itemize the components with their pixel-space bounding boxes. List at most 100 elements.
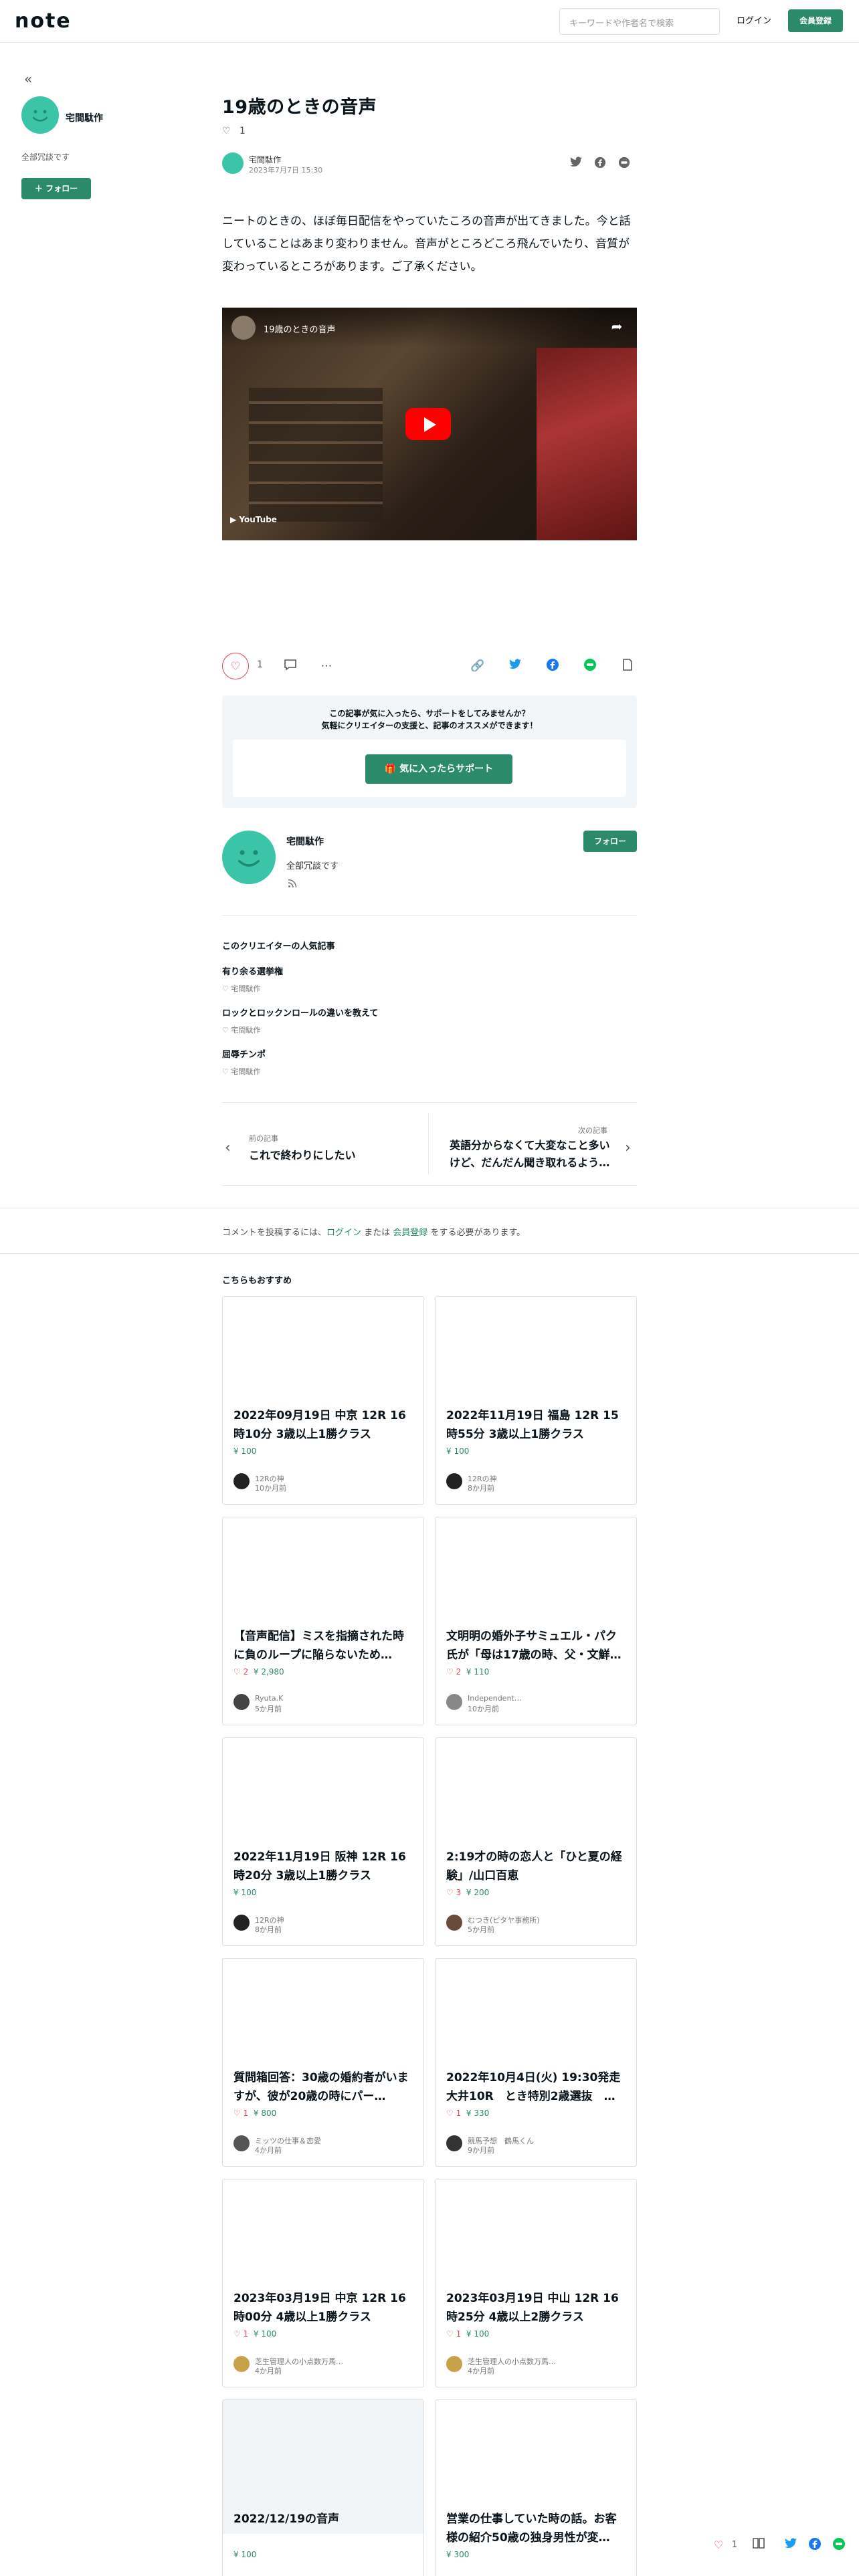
card-title[interactable]: 2023年03月19日 中山 12R 16時25分 4歳以上2勝クラス xyxy=(446,2289,627,2327)
recommend-card[interactable]: 2023年03月19日 中京 12R 16時00分 4歳以上1勝クラス ♡ 1 ¥… xyxy=(222,2179,424,2387)
video-title[interactable]: 19歳のときの音声 xyxy=(264,322,336,335)
recommend-card[interactable]: 2022年10月4日(火) 19:30発走 大井10R とき特別2歳選抜 … ♡ … xyxy=(435,1958,637,2167)
magazine-icon[interactable] xyxy=(751,2537,767,2553)
heart-icon[interactable]: ♡ xyxy=(710,2537,727,2553)
prev-article-title[interactable]: これで終わりにしたい xyxy=(249,1146,356,1162)
card-author-avatar[interactable] xyxy=(233,2356,250,2372)
card-stats: ♡ 1 ¥ 100 xyxy=(446,2329,489,2339)
creator-follow-button[interactable]: フォロー xyxy=(583,831,637,852)
line-icon[interactable] xyxy=(831,2537,847,2553)
card-author[interactable]: Independent… xyxy=(468,1694,522,1703)
search-input[interactable]: キーワードや作者名で検索 xyxy=(559,8,720,35)
support-box: この記事が気に入ったら、サポートをしてみませんか？ 気軽にクリエイターの支援と、… xyxy=(222,695,637,808)
recommend-card[interactable]: 文明明の婚外子サミュエル・パク氏が「母は17歳の時、父・文鮮… ♡ 2 ¥ 110… xyxy=(435,1517,637,1725)
rss-icon[interactable] xyxy=(288,879,297,891)
article-title: 19歳のときの音声 xyxy=(222,97,377,118)
video-frame-shelf xyxy=(249,388,383,522)
facebook-icon[interactable] xyxy=(807,2537,823,2553)
article-like-row[interactable]: ♡ 1 xyxy=(222,126,246,136)
card-author-avatar[interactable] xyxy=(233,1915,250,1931)
card-author-avatar[interactable] xyxy=(233,2135,250,2151)
chevron-left-icon[interactable]: ‹ xyxy=(225,1140,231,1156)
card-title[interactable]: 2022/12/19の音声 xyxy=(233,2510,414,2529)
card-author-avatar[interactable] xyxy=(446,2135,462,2151)
divider xyxy=(222,1185,637,1186)
twitter-icon[interactable] xyxy=(783,2537,799,2553)
card-author-avatar[interactable] xyxy=(446,1915,462,1931)
heart-icon: ♡ xyxy=(222,984,231,993)
card-title[interactable]: 2022年11月19日 阪神 12R 16時20分 3歳以上1勝クラス xyxy=(233,1848,414,1885)
card-author-avatar[interactable] xyxy=(233,1473,250,1489)
login-button[interactable]: ログイン xyxy=(731,9,777,33)
share-arrow-icon[interactable]: ➦ xyxy=(607,318,626,337)
chevron-right-icon[interactable]: › xyxy=(625,1140,631,1156)
recommend-card[interactable]: 2022年11月19日 福島 12R 15時55分 3歳以上1勝クラス ¥ 100… xyxy=(435,1296,637,1505)
double-chevron-left-icon[interactable]: « xyxy=(24,72,37,86)
card-author-avatar[interactable] xyxy=(446,1473,462,1489)
recommend-card[interactable]: 2:19才の時の恋人と「ひと夏の経験」/山口百恵 ♡ 3 ¥ 200 むつき(ピタヤ… xyxy=(435,1737,637,1946)
play-triangle-icon xyxy=(424,417,436,432)
card-title[interactable]: 2022年10月4日(火) 19:30発走 大井10R とき特別2歳選抜 … xyxy=(446,2068,627,2106)
pocket-icon[interactable] xyxy=(619,658,636,674)
sidebar-creator-name[interactable]: 宅間駄作 xyxy=(66,111,103,124)
line-icon[interactable] xyxy=(617,156,632,171)
creator-avatar[interactable] xyxy=(21,96,59,134)
comment-signup-link[interactable]: 会員登録 xyxy=(393,1228,427,1238)
twitter-icon[interactable] xyxy=(507,658,523,674)
card-title[interactable]: 2022年11月19日 福島 12R 15時55分 3歳以上1勝クラス xyxy=(446,1406,627,1444)
card-title[interactable]: 2022年09月19日 中京 12R 16時10分 3歳以上1勝クラス xyxy=(233,1406,414,1444)
card-like-count: 1 xyxy=(456,2109,462,2118)
recommend-card[interactable]: 【音声配信】ミスを指摘された時に負のループに陥らないため… ♡ 2 ¥ 2,980… xyxy=(222,1517,424,1725)
facebook-icon[interactable] xyxy=(545,658,561,674)
popular-item-title[interactable]: 有り余る選挙権 xyxy=(222,964,283,977)
popular-item-title[interactable]: 屈辱チンポ xyxy=(222,1047,266,1060)
card-title[interactable]: 2:19才の時の恋人と「ひと夏の経験」/山口百恵 xyxy=(446,1848,627,1885)
card-like-count: 3 xyxy=(456,1888,462,1897)
author-name[interactable]: 宅間駄作 xyxy=(249,154,281,165)
youtube-embed[interactable]: 19歳のときの音声 ➦ ▶ YouTube xyxy=(222,308,637,540)
card-price: 100 xyxy=(261,2329,277,2339)
facebook-icon[interactable] xyxy=(593,156,607,171)
more-options-icon[interactable]: ⋯ xyxy=(318,658,335,674)
popular-item-title[interactable]: ロックとロックンロールの違いを教えて xyxy=(222,1006,378,1018)
card-author-avatar[interactable] xyxy=(446,2356,462,2372)
card-price: 200 xyxy=(474,1888,490,1897)
recommend-card[interactable]: 2022年09月19日 中京 12R 16時10分 3歳以上1勝クラス ¥ 100… xyxy=(222,1296,424,1505)
note-logo[interactable]: note xyxy=(15,9,72,33)
creator-card-avatar[interactable] xyxy=(222,831,276,884)
recommend-card[interactable]: 2023年03月19日 中山 12R 16時25分 4歳以上2勝クラス ♡ 1 ¥… xyxy=(435,2179,637,2387)
support-button[interactable]: 🎁 気に入ったらサポート xyxy=(365,754,512,784)
card-stats: ♡ 1 ¥ 100 xyxy=(233,2329,276,2339)
recommend-card[interactable]: 2022/12/19の音声 ¥ 100 xyxy=(222,2399,424,2576)
card-price: 100 xyxy=(474,2329,490,2339)
youtube-brand-text: YouTube xyxy=(239,515,277,524)
youtube-logo[interactable]: ▶ YouTube xyxy=(230,515,277,524)
popular-item-meta: ♡ 宅間駄作 xyxy=(222,1025,260,1035)
card-title[interactable]: 【音声配信】ミスを指摘された時に負のループに陥らないため… xyxy=(233,1627,414,1665)
sidebar-follow-button[interactable]: ＋ フォロー xyxy=(21,178,91,199)
card-author-avatar[interactable] xyxy=(446,1694,462,1710)
line-icon[interactable] xyxy=(582,658,598,674)
comment-login-link[interactable]: ログイン xyxy=(326,1228,361,1238)
card-author[interactable]: Ryuta.K xyxy=(255,1694,283,1703)
card-title[interactable]: 質問箱回答：30歳の婚約者がいますが、彼が20歳の時にパー… xyxy=(233,2068,414,2106)
like-button[interactable]: ♡ xyxy=(222,653,249,679)
recommend-card[interactable]: 営業の仕事していた時の話。お客様の紹介50歳の独身男性が変… ¥ 300 xyxy=(435,2399,637,2576)
signup-button[interactable]: 会員登録 xyxy=(788,9,843,32)
card-title[interactable]: 文明明の婚外子サミュエル・パク氏が「母は17歳の時、父・文鮮… xyxy=(446,1627,627,1665)
comment-icon[interactable] xyxy=(282,658,298,674)
recommend-card[interactable]: 2022年11月19日 阪神 12R 16時20分 3歳以上1勝クラス ¥ 100… xyxy=(222,1737,424,1946)
channel-avatar[interactable] xyxy=(231,316,256,340)
recommend-card[interactable]: 質問箱回答：30歳の婚約者がいますが、彼が20歳の時にパー… ♡ 1 ¥ 800 ミ… xyxy=(222,1958,424,2167)
support-button-label: 気に入ったらサポート xyxy=(399,764,494,774)
yen-icon: ¥ xyxy=(253,2329,262,2339)
creator-card-name[interactable]: 宅間駄作 xyxy=(286,835,324,848)
card-title[interactable]: 2023年03月19日 中京 12R 16時00分 4歳以上1勝クラス xyxy=(233,2289,414,2327)
card-author-avatar[interactable] xyxy=(233,1694,250,1710)
next-article-title[interactable]: 英語分からなくて大変なこと多いけど、だんだん聞き取れるよう… xyxy=(450,1137,613,1172)
heart-icon: ♡ xyxy=(222,1067,231,1076)
twitter-icon[interactable] xyxy=(569,156,583,171)
author-avatar[interactable] xyxy=(222,152,244,174)
card-title[interactable]: 営業の仕事していた時の話。お客様の紹介50歳の独身男性が変… xyxy=(446,2510,627,2547)
link-icon[interactable]: 🔗 xyxy=(470,658,486,674)
